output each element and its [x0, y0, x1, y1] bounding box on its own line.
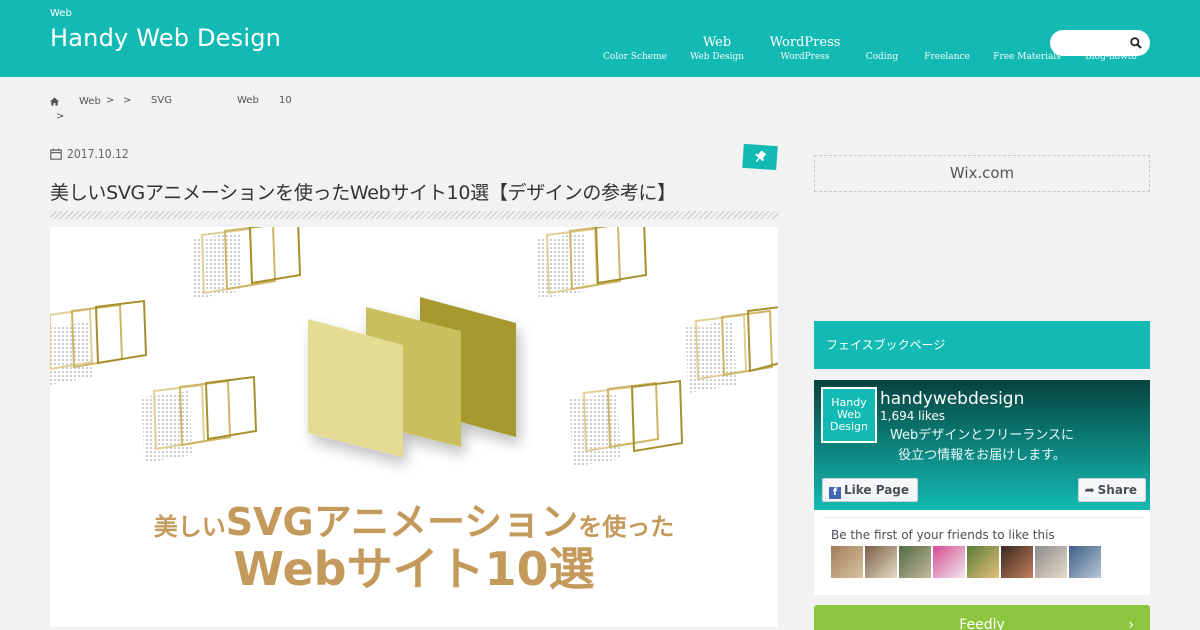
search-icon[interactable]	[1129, 36, 1143, 50]
tagline-line: Webデザインとフリーランスに	[889, 428, 1075, 443]
avatar[interactable]	[1001, 546, 1033, 578]
frame-cluster	[686, 306, 778, 393]
hero-image: 美しいSVGアニメーションを使った Webサイト10選	[50, 227, 778, 627]
hero-headline-line1: 美しいSVGアニメーションを使った	[154, 500, 674, 544]
avatar[interactable]	[967, 546, 999, 578]
title-divider	[50, 211, 778, 219]
chevron-right-icon: ›	[1128, 617, 1134, 630]
nav-item-sublabel: Color Scheme	[603, 52, 667, 62]
nav-item-label	[866, 35, 899, 51]
frame-cluster	[192, 227, 302, 299]
avatar[interactable]	[1069, 546, 1101, 578]
facebook-likes-count: 1,694 likes	[880, 409, 945, 423]
breadcrumb-separator: >	[106, 95, 115, 106]
breadcrumb-separator: >	[56, 111, 65, 122]
nav-item-color-scheme[interactable]: Color Scheme	[603, 35, 667, 63]
category-badge[interactable]	[742, 143, 778, 171]
avatar[interactable]	[831, 546, 863, 578]
hero-headline-line2: Webサイト10選	[233, 542, 594, 596]
like-button-label: Like Page	[844, 483, 910, 497]
nav-item-label	[603, 35, 667, 51]
home-icon[interactable]	[50, 97, 59, 106]
facebook-share-button[interactable]: ➦ Share	[1077, 478, 1146, 502]
facebook-like-button[interactable]: f Like Page	[822, 478, 919, 502]
pin-icon	[755, 150, 767, 163]
avatar[interactable]	[865, 546, 897, 578]
site-header: Web Handy Web Design Color Scheme Web We…	[0, 0, 1200, 77]
nav-item-sublabel: Web Design	[689, 52, 745, 62]
feedly-label: Feedly	[959, 617, 1005, 630]
nav-item-sublabel: Free Materials	[993, 52, 1061, 62]
breadcrumb-item[interactable]: Web	[237, 95, 259, 106]
share-arrow-icon: ➦	[1084, 483, 1095, 497]
facebook-icon: f	[829, 487, 841, 499]
nav-item-sublabel: Freelance	[924, 52, 970, 62]
breadcrumb-item[interactable]: Web	[79, 96, 101, 107]
nav-item-freelance[interactable]: Freelance	[924, 35, 970, 63]
nav-item-label: Web	[702, 35, 732, 50]
sidebar-heading: フェイスブックページ	[814, 321, 1150, 369]
facebook-page-widget: Handy Web Design handywebdesign 1,694 li…	[814, 380, 1150, 595]
frame-cluster	[570, 379, 684, 467]
nav-item-coding[interactable]: Coding	[866, 35, 899, 63]
nav-item-sublabel: Coding	[865, 52, 899, 62]
breadcrumb-item[interactable]: 10	[279, 95, 292, 106]
post-date-text: 2017.10.12	[67, 147, 129, 161]
facebook-page-name[interactable]: handywebdesign	[880, 389, 1024, 409]
avatar[interactable]	[1035, 546, 1067, 578]
nav-item-label: WordPress	[769, 35, 841, 50]
frame-cluster	[537, 227, 648, 299]
post-title: 美しいSVGアニメーションを使ったWebサイト10選【デザインの参考に】	[50, 182, 676, 204]
frame-cluster	[50, 299, 148, 385]
share-button-label: Share	[1097, 483, 1137, 497]
nav-item-wordpress[interactable]: WordPress WordPress	[770, 35, 841, 63]
tagline-line: 役立つ情報をお届けします。	[898, 448, 1066, 463]
breadcrumb-separator: >	[123, 95, 132, 106]
search-input[interactable]	[1050, 30, 1150, 56]
hero-illustration: 美しいSVGアニメーションを使った Webサイト10選	[50, 227, 778, 596]
feedly-follow-button[interactable]: Feedly ›	[814, 605, 1150, 630]
frame-cluster	[142, 375, 258, 463]
facebook-cover[interactable]: Handy Web Design handywebdesign 1,694 li…	[814, 380, 1150, 510]
facebook-friends-row: Be the first of your friends to like thi…	[822, 517, 1144, 585]
facebook-friends-text: Be the first of your friends to like thi…	[831, 528, 1055, 542]
nav-item-sublabel: WordPress	[780, 52, 830, 62]
breadcrumb-item[interactable]: SVG	[151, 95, 172, 106]
nav-item-label	[924, 35, 970, 51]
facebook-cover-tagline: Webデザインとフリーランスに 役立つ情報をお届けします。	[814, 426, 1150, 466]
calendar-icon	[50, 148, 62, 160]
avatar[interactable]	[933, 546, 965, 578]
nav-item-web-design[interactable]: Web Web Design	[690, 35, 744, 63]
avatar[interactable]	[899, 546, 931, 578]
ad-slot[interactable]: Wix.com	[814, 155, 1150, 192]
panel-stack	[308, 297, 516, 457]
main-nav: Color Scheme Web Web Design WordPress Wo…	[0, 0, 1200, 77]
